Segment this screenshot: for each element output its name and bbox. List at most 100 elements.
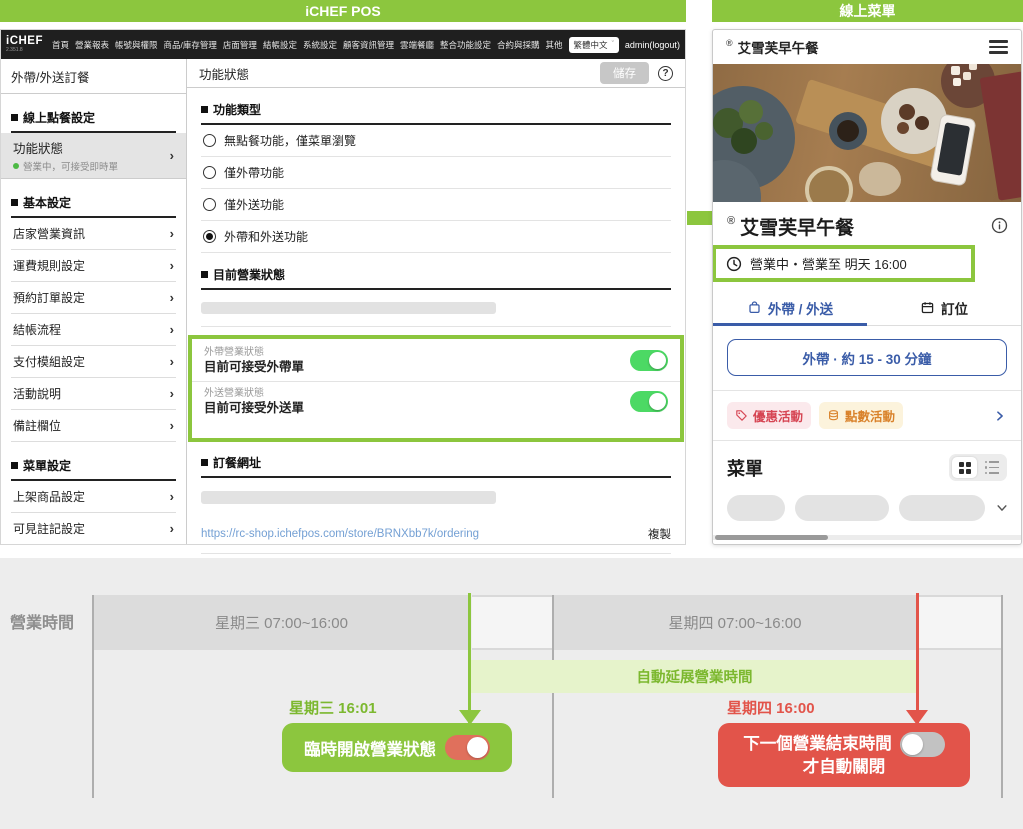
closed-gap-segment [472, 595, 552, 650]
sidebar-item-note-fields[interactable]: 備註欄位 › [11, 410, 176, 442]
list-view-icon[interactable] [979, 457, 1004, 478]
close-marker-line [916, 593, 919, 723]
business-status-highlight-box: 外帶營業狀態 目前可接受外帶單 外送營業狀態 目前可接受外送單 [188, 335, 684, 442]
category-chip-placeholder[interactable] [899, 495, 985, 521]
category-chip-placeholder[interactable] [727, 495, 785, 521]
section-title: 線上點餐設定 [23, 111, 96, 125]
grid-view-icon[interactable] [952, 457, 977, 478]
sidebar-item-status: 營業中，可接受即時單 [23, 162, 119, 173]
open-status-dot-icon [13, 163, 19, 169]
order-url-row: https://rc-shop.ichefpos.com/store/BRNXb… [201, 517, 671, 554]
sidebar-item-checkout-flow[interactable]: 結帳流程 › [11, 314, 176, 346]
page-title: 功能狀態 [199, 67, 250, 82]
radio-label: 外帶和外送功能 [224, 230, 309, 244]
toggle-knob [649, 393, 666, 411]
settings-sidebar: 外帶/外送訂餐 線上點餐設定 功能狀態 營業中，可接受即時單 › 基本設定 店家… [1, 59, 187, 544]
radio-checked-icon[interactable] [203, 230, 216, 243]
category-chip-placeholder[interactable] [795, 495, 889, 521]
sidebar-item-label: 支付模組設定 [13, 355, 86, 369]
chevron-right-icon[interactable] [993, 409, 1007, 423]
sidebar-item-label: 運費規則設定 [13, 259, 86, 273]
sidebar-item-listed-products[interactable]: 上架商品設定 › [11, 481, 176, 513]
auto-close-toggle[interactable] [899, 731, 945, 757]
calendar-icon [921, 302, 934, 314]
chevron-right-icon: › [169, 354, 174, 369]
scrollbar-thumb[interactable] [715, 535, 828, 540]
placeholder-bar [201, 490, 496, 504]
chevron-right-icon: › [169, 386, 174, 401]
sidebar-item-visible-notes[interactable]: 可見註記設定 › [11, 513, 176, 544]
nav-item-crm[interactable]: 顧客資訊管理 [343, 39, 394, 51]
sidebar-item-payment-module[interactable]: 支付模組設定 › [11, 346, 176, 378]
save-button[interactable]: 儲存 [600, 62, 649, 84]
pos-window-title: iCHEF POS [0, 0, 686, 22]
temporary-open-toggle[interactable] [445, 735, 490, 760]
delivery-status-toggle[interactable] [630, 391, 668, 413]
temporary-open-callout: 臨時開啟營業狀態 [282, 723, 512, 772]
auto-extension-band: 自動延展營業時間 [471, 660, 918, 693]
nav-item-checkout-settings[interactable]: 結帳設定 [263, 39, 297, 51]
tab-label: 外帶 / 外送 [767, 301, 834, 317]
radio-option-menu-only[interactable]: 無點餐功能，僅菜單瀏覽 [201, 125, 671, 157]
sidebar-item-label: 備註欄位 [13, 419, 62, 433]
info-icon[interactable] [991, 217, 1008, 234]
sidebar-item-promo-description[interactable]: 活動說明 › [11, 378, 176, 410]
takeout-status-row: 外帶營業狀態 目前可接受外帶單 [192, 341, 680, 382]
radio-icon[interactable] [203, 166, 216, 179]
help-icon[interactable]: ? [658, 65, 673, 81]
section-current-business-status: 目前營業狀態 [201, 266, 671, 290]
nav-item-accounts[interactable]: 帳號與權限 [115, 39, 158, 51]
sidebar-item-shipping-rules[interactable]: 運費規則設定 › [11, 250, 176, 282]
account-logout-link[interactable]: admin(logout) [625, 40, 680, 50]
delivery-status-row: 外送營業狀態 目前可接受外送單 [192, 382, 680, 422]
placeholder-bar [201, 302, 496, 314]
pos-panel: iCHEF 2.351.8 首頁 營業報表 帳號與權限 商品/庫存管理 店面管理… [0, 29, 686, 554]
radio-option-delivery-only[interactable]: 僅外送功能 [201, 189, 671, 221]
sidebar-item-label: 結帳流程 [13, 323, 62, 337]
sidebar-item-preorder-settings[interactable]: 預約訂單設定 › [11, 282, 176, 314]
chevron-down-icon[interactable] [995, 501, 1009, 515]
business-status-text: 營業中・營業至 明天 16:00 [750, 257, 907, 272]
nav-item-store-mgmt[interactable]: 店面管理 [223, 39, 257, 51]
ichef-logo[interactable]: iCHEF 2.351.8 [6, 36, 43, 53]
points-promo-badge[interactable]: 點數活動 [819, 402, 904, 429]
sidebar-item-label: 預約訂單設定 [13, 291, 86, 305]
section-menu-settings: 菜單設定 [11, 457, 176, 481]
nav-item-system-settings[interactable]: 系統設定 [303, 39, 337, 51]
order-url-link[interactable]: https://rc-shop.ichefpos.com/store/BRNXb… [201, 528, 479, 540]
pickup-time-button[interactable]: 外帶 · 約 15 - 30 分鐘 [727, 339, 1007, 376]
chevron-right-icon: › [169, 226, 174, 241]
discount-promo-badge[interactable]: 優惠活動 [727, 402, 812, 429]
sidebar-item-store-info[interactable]: 店家營業資訊 › [11, 218, 176, 250]
auto-close-callout: 下一個營業結束時間 才自動關閉 [718, 723, 970, 787]
nav-item-inventory[interactable]: 商品/庫存管理 [164, 39, 217, 51]
nav-item-integrations[interactable]: 整合功能設定 [440, 39, 491, 51]
callout-label-line2: 才自動關閉 [802, 757, 886, 776]
radio-icon[interactable] [203, 198, 216, 211]
nav-item-others[interactable]: 其他 [546, 39, 563, 51]
tab-takeout-delivery[interactable]: 外帶 / 外送 [713, 290, 867, 325]
language-select[interactable]: 繁體中文 ˇ [568, 36, 619, 53]
tab-reservation[interactable]: 訂位 [867, 290, 1021, 325]
close-marker-time: 星期四 16:00 [727, 700, 815, 717]
toggle-value: 目前可接受外送單 [204, 400, 305, 415]
online-menu-panel: ® 艾雪芙早午餐 ® 艾雪芙早午餐 營業中・營業至 明天 16:00 外帶 / … [712, 29, 1022, 545]
copy-url-button[interactable]: 複製 [648, 526, 671, 542]
order-mode-tabs: 外帶 / 外送 訂位 [713, 290, 1021, 326]
sidebar-item-label: 活動說明 [13, 387, 62, 401]
pos-body: 外帶/外送訂餐 線上點餐設定 功能狀態 營業中，可接受即時單 › 基本設定 店家… [1, 59, 685, 554]
nav-item-contracts[interactable]: 合約與採購 [497, 39, 540, 51]
chevron-right-icon: › [169, 322, 174, 337]
online-menu-window-title: 線上菜單 [712, 0, 1023, 22]
nav-item-home[interactable]: 首頁 [52, 39, 69, 51]
nav-item-reports[interactable]: 營業報表 [75, 39, 109, 51]
hamburger-menu-icon[interactable] [989, 40, 1008, 54]
chevron-right-icon: › [169, 418, 174, 433]
radio-option-takeout-and-delivery[interactable]: 外帶和外送功能 [201, 221, 671, 253]
radio-icon[interactable] [203, 134, 216, 147]
nav-item-cloud-restaurant[interactable]: 雲端餐廳 [400, 39, 434, 51]
radio-option-takeout-only[interactable]: 僅外帶功能 [201, 157, 671, 189]
chevron-down-icon: ˇ [611, 41, 614, 48]
takeout-status-toggle[interactable] [630, 350, 668, 372]
sidebar-item-feature-status[interactable]: 功能狀態 營業中，可接受即時單 › [1, 133, 186, 179]
